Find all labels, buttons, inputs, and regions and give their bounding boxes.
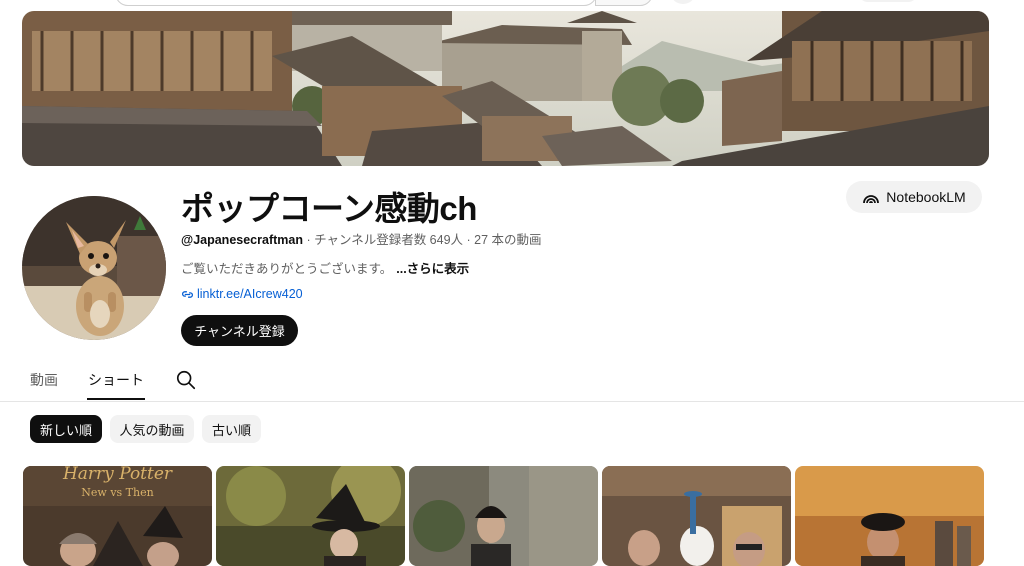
chip-oldest[interactable]: 古い順 bbox=[202, 415, 261, 443]
channel-stats: · チャンネル登録者数 649人 · 27 本の動画 bbox=[302, 233, 542, 247]
search-button[interactable] bbox=[595, 0, 653, 6]
show-more-link[interactable]: ...さらに表示 bbox=[396, 262, 469, 276]
notebooklm-button[interactable]: NotebookLM bbox=[846, 181, 982, 213]
active-tab-indicator bbox=[87, 398, 145, 400]
channel-handle[interactable]: @Japanesecraftman bbox=[181, 233, 303, 247]
search-input[interactable] bbox=[115, 0, 597, 6]
notebooklm-label: NotebookLM bbox=[886, 189, 966, 205]
channel-banner bbox=[22, 11, 989, 166]
link-icon bbox=[181, 290, 194, 298]
thumbnail-caption-subtitle: New vs Then bbox=[81, 486, 154, 499]
thumbnail-caption-title: Harry Potter bbox=[62, 466, 173, 484]
channel-avatar[interactable] bbox=[22, 196, 166, 340]
tab-videos[interactable]: 動画 bbox=[30, 370, 58, 390]
voice-search-button[interactable] bbox=[670, 0, 696, 4]
subscribe-button[interactable]: チャンネル登録 bbox=[181, 315, 298, 346]
channel-description: ご覧いただきありがとうございます。 bbox=[181, 262, 393, 276]
channel-meta: @Japanesecraftman · チャンネル登録者数 649人 · 27 … bbox=[181, 229, 542, 248]
short-thumbnail[interactable] bbox=[409, 466, 598, 566]
short-thumbnail[interactable] bbox=[795, 466, 984, 566]
channel-link-row[interactable]: linktr.ee/AIcrew420 bbox=[181, 287, 303, 301]
tab-shorts[interactable]: ショート bbox=[88, 370, 144, 390]
short-thumbnail[interactable] bbox=[602, 466, 791, 566]
channel-link[interactable]: linktr.ee/AIcrew420 bbox=[197, 287, 303, 301]
notebooklm-icon bbox=[863, 195, 880, 204]
short-thumbnail[interactable]: Harry Potter New vs Then bbox=[23, 466, 212, 566]
short-thumbnail[interactable] bbox=[216, 466, 405, 566]
top-bar bbox=[0, 0, 1024, 10]
channel-tabs: 動画 ショート bbox=[0, 358, 1024, 402]
search-icon[interactable] bbox=[175, 369, 197, 391]
chip-newest[interactable]: 新しい順 bbox=[30, 415, 102, 443]
chip-popular[interactable]: 人気の動画 bbox=[110, 415, 194, 443]
create-button[interactable] bbox=[858, 0, 918, 2]
channel-description-row[interactable]: ご覧いただきありがとうございます。 ...さらに表示 bbox=[181, 258, 469, 277]
thumbnail-caption: Harry Potter New vs Then bbox=[23, 466, 212, 499]
channel-name: ポップコーン感動ch bbox=[181, 190, 477, 227]
